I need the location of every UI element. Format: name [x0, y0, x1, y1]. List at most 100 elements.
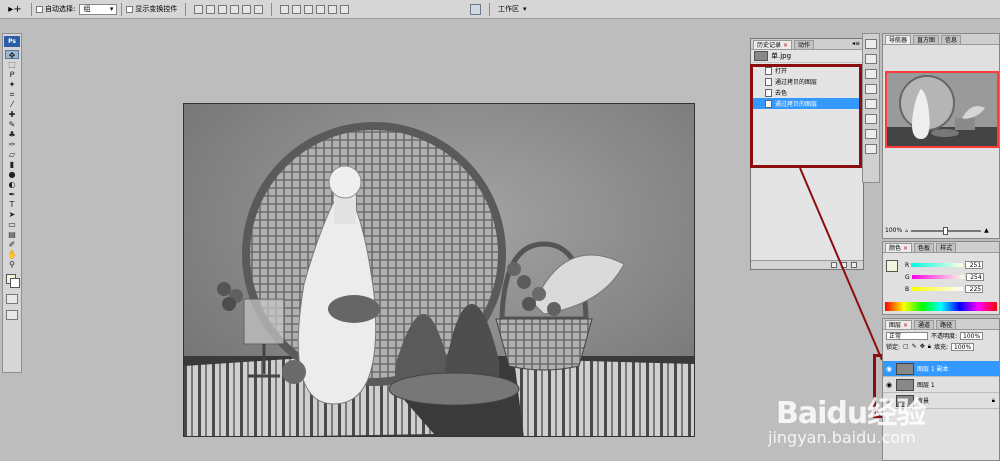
eyedropper-tool-icon[interactable]: ⁄: [5, 100, 19, 109]
character-dock-icon[interactable]: [865, 114, 877, 124]
tab-actions[interactable]: 动作: [794, 40, 815, 49]
zoom-out-icon[interactable]: ▵: [905, 227, 908, 234]
navigator-thumbnail[interactable]: [885, 71, 999, 148]
align-right-icon[interactable]: [254, 4, 264, 14]
eye-icon[interactable]: ◉: [885, 365, 893, 373]
red-slider[interactable]: [911, 263, 964, 267]
document-canvas[interactable]: [183, 103, 695, 437]
zoom-tool-icon[interactable]: ⚲: [5, 260, 19, 269]
quick-mask-icon[interactable]: [6, 294, 18, 304]
gradient-tool-icon[interactable]: ▮: [5, 160, 19, 169]
eyedropper-2-tool-icon[interactable]: ✐: [5, 240, 19, 249]
zoom-in-icon[interactable]: ▲: [984, 227, 989, 234]
close-icon[interactable]: ×: [783, 42, 788, 49]
tab-history[interactable]: 历史记录 ×: [753, 40, 793, 49]
zoom-slider[interactable]: [911, 226, 982, 235]
layer-row[interactable]: ◉ 图层 1 副本: [883, 361, 999, 377]
tab-navigator[interactable]: 导航器: [885, 35, 912, 44]
close-icon[interactable]: ×: [903, 322, 908, 329]
new-snapshot-icon[interactable]: [841, 262, 847, 268]
distribute-left-icon[interactable]: [316, 4, 326, 14]
distribute-vcenter-icon[interactable]: [292, 4, 302, 14]
blue-value-input[interactable]: 225: [965, 285, 984, 293]
opacity-input[interactable]: 100%: [960, 331, 984, 340]
channel-label: G: [905, 273, 910, 281]
tab-actions-label: 动作: [798, 42, 811, 49]
magic-wand-tool-icon[interactable]: ✦: [5, 80, 19, 89]
marquee-tool-icon[interactable]: ⬚: [5, 60, 19, 69]
history-brush-tool-icon[interactable]: ✑: [5, 140, 19, 149]
lock-position-icon[interactable]: ✥: [920, 343, 925, 350]
distribute-bottom-icon[interactable]: [304, 4, 314, 14]
dodge-tool-icon[interactable]: ◐: [5, 180, 19, 189]
workspace-menu[interactable]: 工作区 ▾: [470, 2, 527, 16]
panel-menu-icon[interactable]: ◂≡: [852, 40, 860, 47]
move-tool-icon[interactable]: ✥: [5, 50, 19, 60]
clone-stamp-tool-icon[interactable]: ♣: [5, 130, 19, 139]
distribute-top-icon[interactable]: [280, 4, 290, 14]
green-slider[interactable]: [911, 275, 964, 279]
tab-channels[interactable]: 通道: [914, 320, 935, 329]
screen-mode-icon[interactable]: [6, 310, 18, 320]
crop-tool-icon[interactable]: ⌗: [5, 90, 19, 99]
trash-icon[interactable]: [851, 262, 857, 268]
hand-tool-icon[interactable]: ✋: [5, 250, 19, 259]
align-left-icon[interactable]: [230, 4, 240, 14]
green-value-input[interactable]: 254: [965, 273, 984, 281]
info-dock-icon[interactable]: [865, 54, 877, 64]
tab-histogram[interactable]: 直方图: [913, 35, 940, 44]
align-vcenter-icon[interactable]: [206, 4, 216, 14]
lock-all-icon[interactable]: 🔒︎: [928, 343, 931, 351]
align-top-icon[interactable]: [194, 4, 204, 14]
red-value-input[interactable]: 251: [965, 261, 984, 269]
show-transform-option[interactable]: 显示变换控件: [126, 4, 177, 14]
tab-swatches[interactable]: 色板: [914, 243, 935, 252]
history-snapshot[interactable]: 单.jpg: [751, 50, 863, 63]
move-tool-icon[interactable]: ▸+: [3, 2, 27, 16]
zoom-slider-knob[interactable]: [943, 226, 949, 235]
zoom-value[interactable]: 100%: [885, 227, 902, 234]
brush-dock-icon[interactable]: [865, 84, 877, 94]
bridge-icon[interactable]: [470, 3, 481, 15]
distribute-hcenter-icon[interactable]: [328, 4, 338, 14]
distribute-right-icon[interactable]: [340, 4, 350, 14]
type-tool-icon[interactable]: T: [5, 200, 19, 209]
align-hcenter-icon[interactable]: [242, 4, 252, 14]
paragraph-dock-icon[interactable]: [865, 129, 877, 139]
tab-info[interactable]: 信息: [941, 35, 962, 44]
lock-transparent-icon[interactable]: ▢: [903, 343, 909, 350]
navigator-dock-icon[interactable]: [865, 39, 877, 49]
auto-select-option[interactable]: 自动选择:: [36, 4, 75, 14]
auto-select-dropdown[interactable]: 组 ▾: [79, 3, 118, 15]
color-spectrum-bar[interactable]: [885, 302, 997, 311]
eraser-tool-icon[interactable]: ▱: [5, 150, 19, 159]
shape-tool-icon[interactable]: ▭: [5, 220, 19, 229]
blue-slider[interactable]: [911, 287, 964, 291]
show-transform-label: 显示变换控件: [135, 5, 178, 13]
blend-mode-select[interactable]: 正常: [886, 331, 928, 340]
healing-brush-tool-icon[interactable]: ✚: [5, 110, 19, 119]
path-selection-tool-icon[interactable]: ➤: [5, 210, 19, 219]
lasso-tool-icon[interactable]: ᑭ: [5, 70, 19, 79]
tab-layers[interactable]: 图层 ×: [885, 320, 913, 329]
tab-paths[interactable]: 路径: [936, 320, 957, 329]
tab-color[interactable]: 颜色 ×: [885, 243, 913, 252]
layer-comps-dock-icon[interactable]: [865, 144, 877, 154]
lock-paint-icon[interactable]: ✎: [912, 343, 917, 350]
clone-dock-icon[interactable]: [865, 99, 877, 109]
options-bar: ▸+ 自动选择: 组 ▾ 显示变换控件 工作区 ▾: [0, 0, 1000, 19]
tools-dock-icon[interactable]: [865, 69, 877, 79]
pen-tool-icon[interactable]: ✒: [5, 190, 19, 199]
auto-select-checkbox[interactable]: [36, 5, 43, 13]
show-transform-checkbox[interactable]: [126, 5, 134, 13]
tab-styles[interactable]: 样式: [936, 243, 957, 252]
foreground-color-swatch[interactable]: [886, 260, 898, 272]
new-document-icon[interactable]: [831, 262, 837, 268]
background-color-swatch[interactable]: [10, 278, 20, 288]
notes-tool-icon[interactable]: ▤: [5, 230, 19, 239]
fill-input[interactable]: 100%: [951, 342, 975, 351]
align-bottom-icon[interactable]: [218, 4, 228, 14]
close-icon[interactable]: ×: [903, 245, 908, 252]
blur-tool-icon[interactable]: ●: [5, 170, 19, 179]
brush-tool-icon[interactable]: ✎: [5, 120, 19, 129]
